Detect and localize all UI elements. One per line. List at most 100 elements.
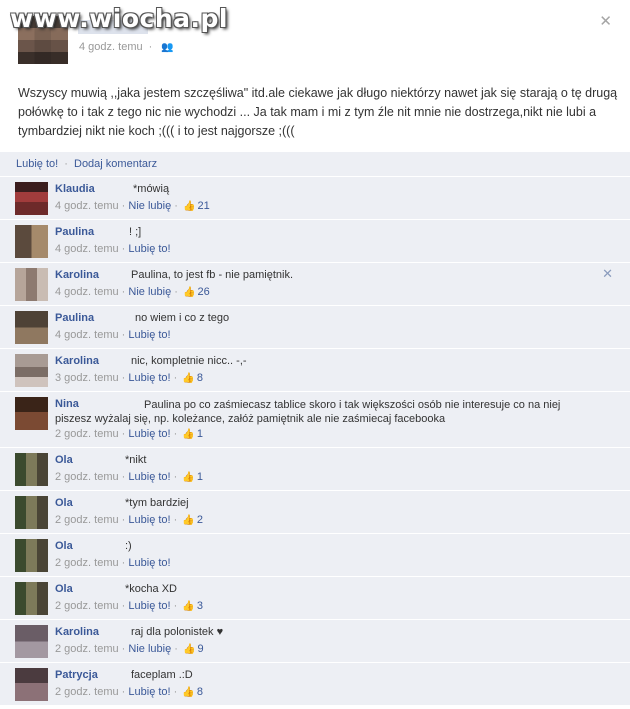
avatar[interactable] — [15, 225, 48, 258]
commenter-name[interactable]: Klaudia — [55, 183, 95, 195]
comment-time: 4 godz. temu — [55, 243, 119, 255]
comment-meta: 2 godz. temu · Lubię to! · 👍 3 — [55, 600, 203, 612]
avatar[interactable] — [15, 268, 48, 301]
separator: · — [121, 514, 126, 526]
separator: · — [121, 243, 126, 255]
thumbs-up-icon: 👍 — [182, 373, 195, 384]
like-count[interactable]: 👍 9 — [183, 643, 204, 655]
like-comment-link[interactable]: Lubię to! — [128, 372, 170, 384]
separator: · — [121, 428, 126, 440]
comment-meta: 2 godz. temu · Lubię to! · 👍 2 — [55, 514, 203, 526]
separator: · — [121, 686, 126, 698]
avatar[interactable] — [15, 182, 48, 215]
comment-time: 2 godz. temu — [55, 643, 119, 655]
like-count[interactable]: 👍 8 — [182, 372, 203, 384]
commenter-name[interactable]: Karolina — [55, 626, 99, 638]
like-count-value: 1 — [196, 428, 203, 440]
thumbs-up-icon: 👍 — [182, 515, 195, 526]
comment-text: Paulina po co zaśmiecasz tablice skoro i… — [55, 399, 561, 425]
like-comment-link[interactable]: Lubię to! — [128, 514, 170, 526]
commenter-name[interactable]: Paulina — [55, 226, 94, 238]
separator: · — [148, 41, 153, 53]
commenter-name[interactable]: Ola — [55, 454, 73, 466]
commenter-name[interactable]: Karolina — [55, 355, 99, 367]
commenter-name[interactable]: Ola — [55, 540, 73, 552]
comment-text: raj dla polonistek ♥ — [131, 626, 224, 638]
comment-time: 2 godz. temu — [55, 600, 119, 612]
avatar[interactable] — [15, 625, 48, 658]
avatar[interactable] — [15, 496, 48, 529]
comment-meta: 2 godz. temu · Lubię to! · 👍 1 — [55, 471, 203, 483]
like-count-value: 26 — [197, 286, 210, 298]
like-count[interactable]: 👍 26 — [183, 286, 210, 298]
avatar[interactable] — [15, 539, 48, 572]
like-comment-link[interactable]: Lubię to! — [128, 600, 170, 612]
close-icon[interactable]: ✕ — [599, 12, 612, 30]
comment-item: Patrycja faceplam .:D 2 godz. temu · Lub… — [0, 663, 630, 706]
comment-meta: 4 godz. temu · Nie lubię · 👍 21 — [55, 200, 210, 212]
like-comment-link[interactable]: Lubię to! — [128, 686, 170, 698]
avatar[interactable] — [15, 582, 48, 615]
like-count[interactable]: 👍 1 — [182, 471, 203, 483]
like-count-value: 21 — [197, 200, 210, 212]
comment-time: 4 godz. temu — [55, 329, 119, 341]
avatar[interactable] — [15, 354, 48, 387]
post-body: Wszyscy muwią ,,jaka jestem szczęśliwa" … — [18, 86, 618, 138]
like-comment-link[interactable]: Lubię to! — [128, 243, 170, 255]
comment-text: ! ;] — [129, 226, 142, 238]
commenter-name[interactable]: Ola — [55, 497, 73, 509]
comment-text: faceplam .:D — [131, 669, 193, 681]
like-post-link[interactable]: Lubię to! — [16, 158, 58, 170]
like-count[interactable]: 👍 8 — [182, 686, 203, 698]
comment-item: Paulina no wiem i co z tego 4 godz. temu… — [0, 306, 630, 349]
like-comment-link[interactable]: Nie lubię — [128, 286, 171, 298]
friends-icon[interactable]: 👥 — [161, 42, 173, 53]
post-actions: Lubię to! · Dodaj komentarz — [0, 152, 630, 176]
commenter-name[interactable]: Karolina — [55, 269, 99, 281]
add-comment-link[interactable]: Dodaj komentarz — [74, 158, 157, 170]
comments-list: Klaudia *mówią 4 godz. temu · Nie lubię … — [0, 177, 630, 706]
separator: · — [121, 643, 126, 655]
comment-item: Ola *tym bardziej 2 godz. temu · Lubię t… — [0, 491, 630, 534]
watermark-logo: www.wiocha.pl — [10, 4, 228, 33]
commenter-name[interactable]: Ola — [55, 583, 73, 595]
like-count[interactable]: 👍 1 — [182, 428, 203, 440]
comment-time: 2 godz. temu — [55, 686, 119, 698]
like-comment-link[interactable]: Nie lubię — [128, 643, 171, 655]
separator: · — [121, 286, 126, 298]
avatar[interactable] — [15, 311, 48, 344]
separator: · — [174, 200, 178, 212]
like-comment-link[interactable]: Lubię to! — [128, 329, 170, 341]
like-count-value: 1 — [196, 471, 203, 483]
avatar[interactable] — [15, 668, 48, 701]
thumbs-up-icon: 👍 — [182, 601, 195, 612]
like-comment-link[interactable]: Lubię to! — [128, 471, 170, 483]
comment-text: Paulina, to jest fb - nie pamiętnik. — [131, 269, 294, 281]
separator: · — [173, 686, 178, 698]
like-comment-link[interactable]: Lubię to! — [128, 557, 170, 569]
comment-meta: 4 godz. temu · Lubię to! — [55, 329, 171, 341]
like-count-value: 8 — [196, 686, 203, 698]
comment-meta: 2 godz. temu · Lubię to! — [55, 557, 171, 569]
comment-item: Ola *nikt 2 godz. temu · Lubię to! · 👍 1 — [0, 448, 630, 491]
avatar[interactable] — [15, 397, 48, 430]
thumbs-up-icon: 👍 — [182, 687, 195, 698]
separator: · — [174, 643, 178, 655]
commenter-name[interactable]: Patrycja — [55, 669, 98, 681]
separator: · — [173, 372, 178, 384]
comment-item: Nina Paulina po co zaśmiecasz tablice sk… — [0, 392, 630, 448]
comment-time: 3 godz. temu — [55, 372, 119, 384]
like-count[interactable]: 👍 3 — [182, 600, 203, 612]
thumbs-up-icon: 👍 — [182, 472, 195, 483]
like-comment-link[interactable]: Nie lubię — [128, 200, 171, 212]
like-count[interactable]: 👍 2 — [182, 514, 203, 526]
comment-time: 4 godz. temu — [55, 286, 119, 298]
comment-time: 4 godz. temu — [55, 200, 119, 212]
avatar[interactable] — [15, 453, 48, 486]
comment-item: Paulina ! ;] 4 godz. temu · Lubię to! — [0, 220, 630, 263]
close-icon[interactable]: ✕ — [602, 267, 613, 282]
commenter-name[interactable]: Paulina — [55, 312, 94, 324]
like-comment-link[interactable]: Lubię to! — [128, 428, 170, 440]
comment-item: Karolina raj dla polonistek ♥ 2 godz. te… — [0, 620, 630, 663]
like-count[interactable]: 👍 21 — [183, 200, 210, 212]
